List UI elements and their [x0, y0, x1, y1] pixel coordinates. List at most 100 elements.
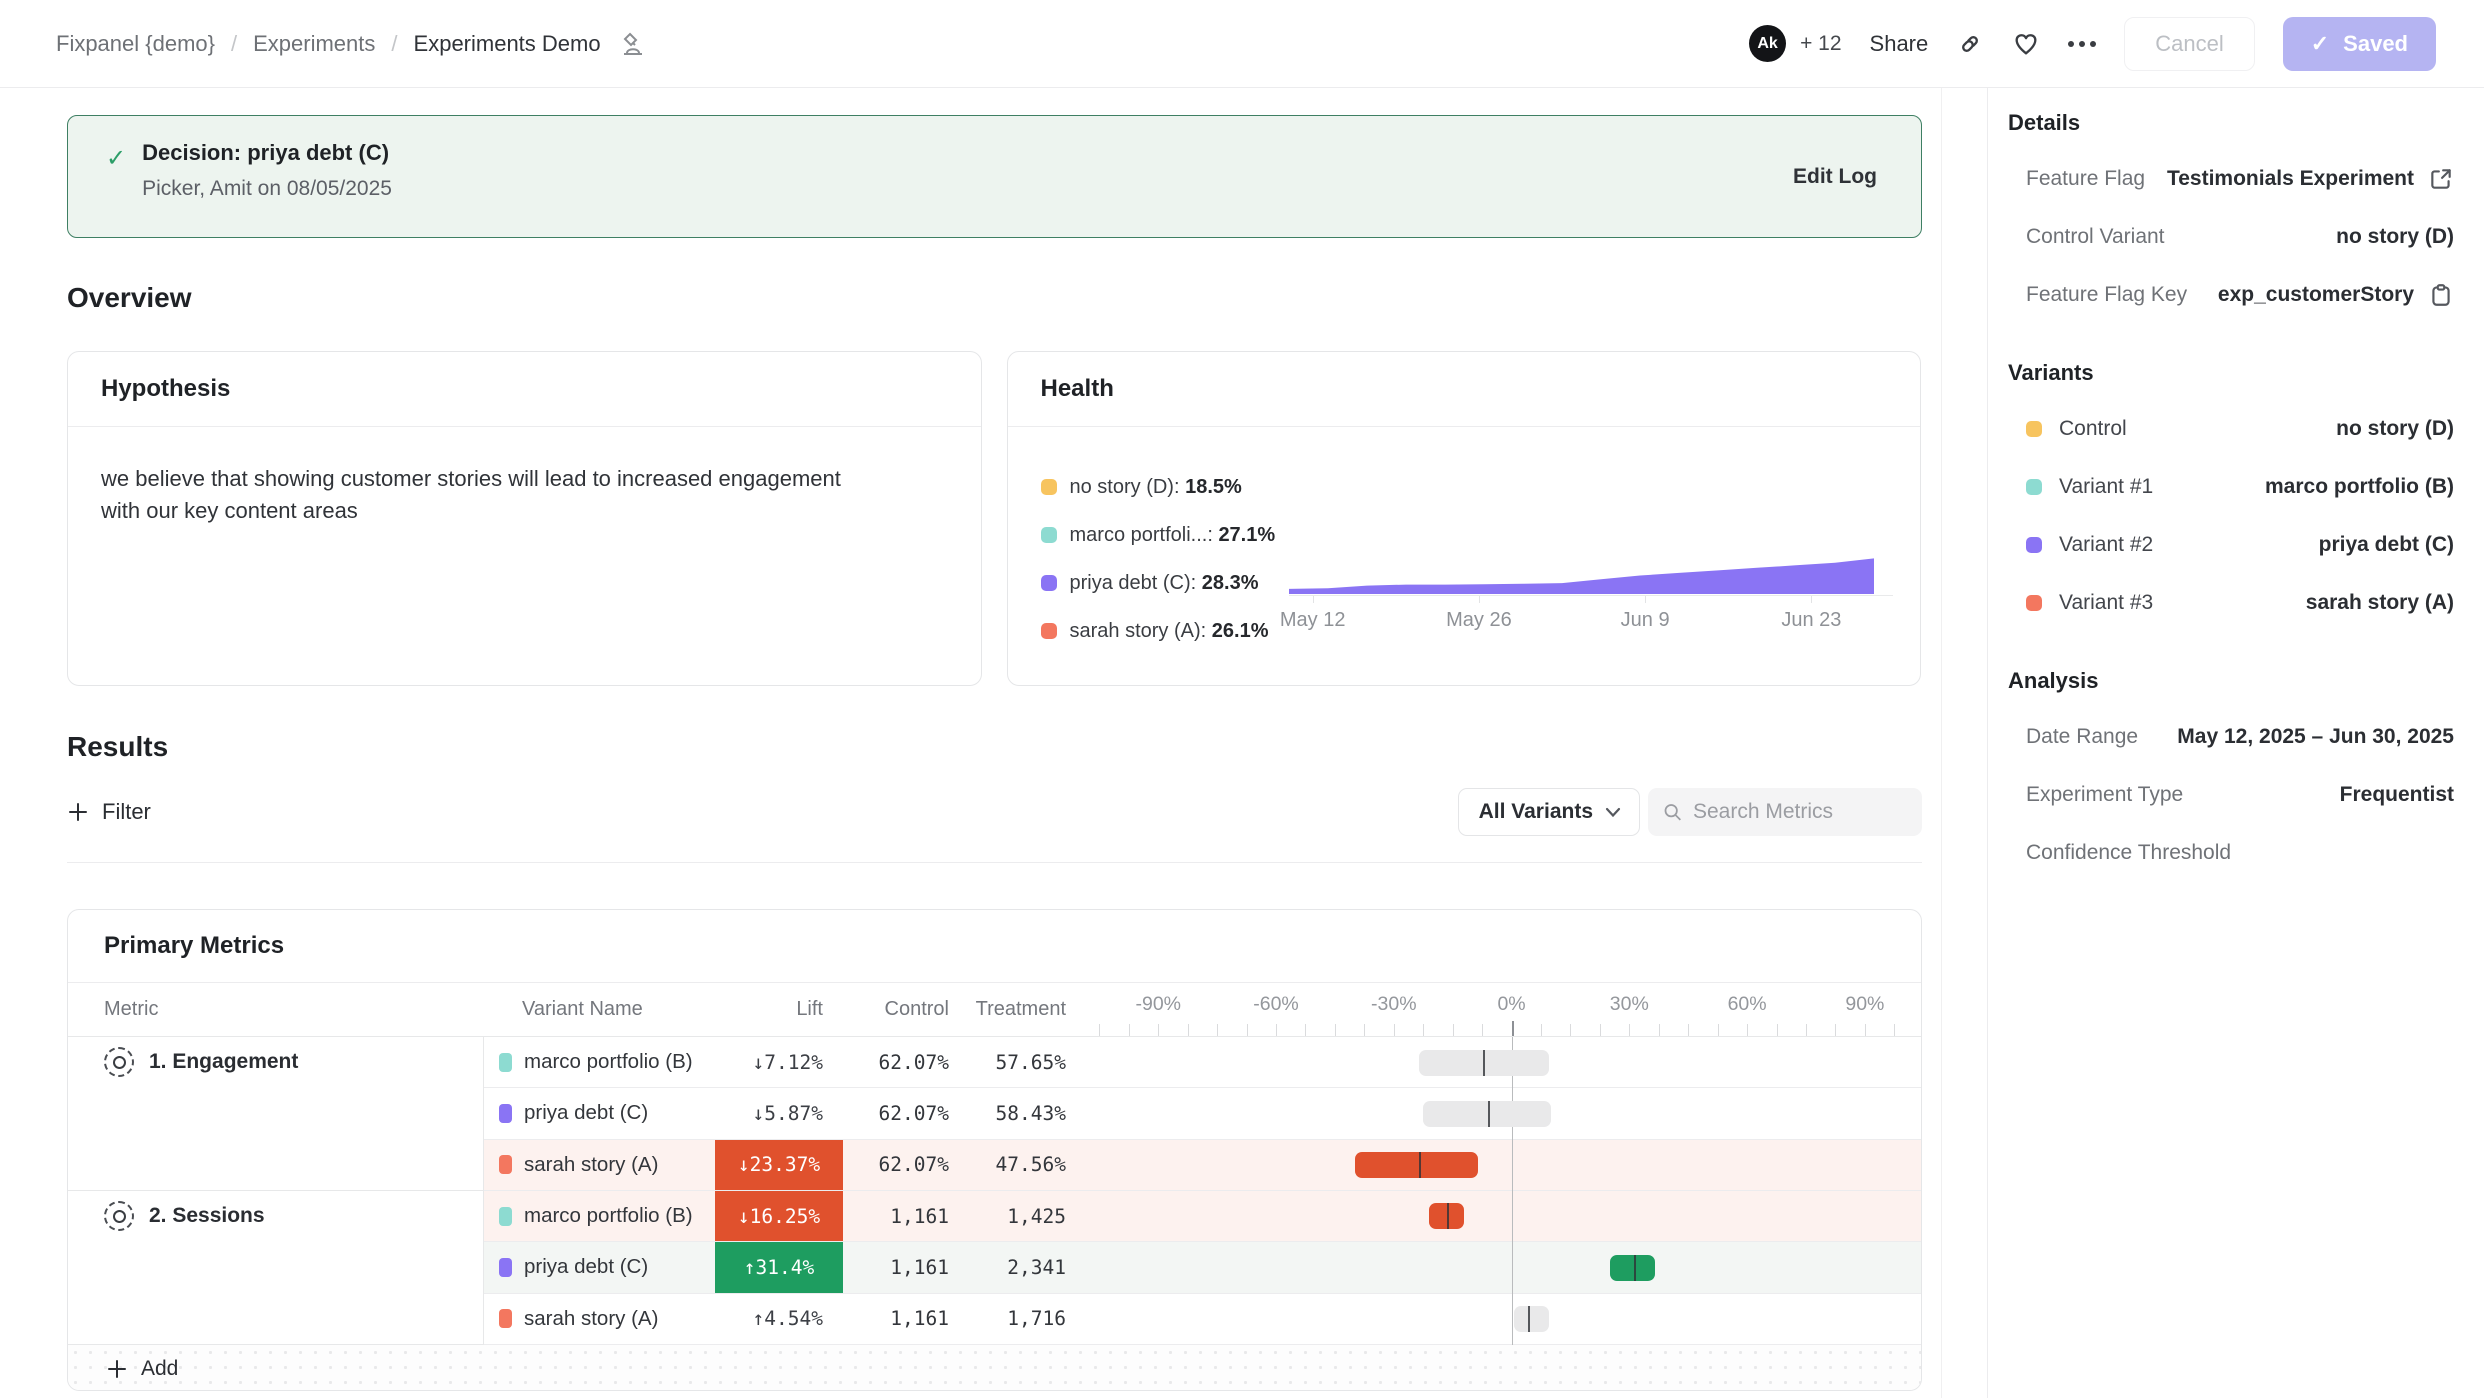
health-card: Health no story (D): 18.5%marco portfoli…: [1007, 351, 1922, 686]
confidence-interval-bar[interactable]: [1610, 1255, 1655, 1281]
sidebar-row-label: Confidence Threshold: [2026, 841, 2231, 865]
page-title: Experiments Demo: [414, 31, 601, 57]
scroll-gutter: [1942, 88, 1987, 1398]
sidebar-row: Control Variantno story (D): [2008, 208, 2454, 266]
sidebar-row: Variant #2priya debt (C): [2008, 516, 2454, 574]
decision-title: Decision: priya debt (C): [142, 140, 392, 166]
legend-item[interactable]: marco portfoli...: 27.1%: [1041, 511, 1289, 559]
plus-icon: [106, 1358, 128, 1380]
axis-tick-label: 30%: [1610, 993, 1649, 1016]
treatment-value: 1,716: [949, 1294, 1066, 1344]
variant-name: priya debt (C): [524, 1255, 648, 1279]
sidebar-row-value: Testimonials Experiment: [2167, 167, 2414, 191]
lift-value: ↓23.37%: [715, 1140, 843, 1190]
sidebar-row: Confidence Threshold: [2008, 824, 2454, 882]
control-value: 1,161: [843, 1294, 949, 1344]
edit-log-button[interactable]: Edit Log: [1793, 165, 1877, 189]
variant-swatch: [499, 1207, 512, 1226]
variants-dropdown[interactable]: All Variants: [1458, 788, 1640, 836]
lift-point-tick: [1483, 1050, 1485, 1076]
zero-axis-line: [1512, 1037, 1514, 1345]
metric-group[interactable]: 1. Engagement: [68, 1037, 483, 1191]
col-header-lift: Lift: [715, 983, 843, 1036]
sidebar-row-value: sarah story (A): [2306, 591, 2454, 615]
legend-swatch: [1041, 575, 1057, 591]
avatar[interactable]: Ak: [1749, 25, 1786, 62]
hypothesis-card: Hypothesis we believe that showing custo…: [67, 351, 982, 686]
cancel-button[interactable]: Cancel: [2124, 17, 2254, 71]
area-series-priya-debt-c-: [1289, 558, 1874, 594]
metric-column: 1. Engagement 2. Sessions: [68, 1037, 484, 1345]
col-header-treatment: Treatment: [949, 983, 1066, 1036]
table-header: Metric Variant Name Lift Control Treatme…: [68, 982, 1921, 1037]
legend-swatch: [1041, 479, 1057, 495]
add-metric-button[interactable]: Add: [68, 1345, 1921, 1391]
collaborators-count[interactable]: + 12: [1800, 32, 1841, 56]
plus-icon: [67, 801, 89, 823]
copy-link-icon[interactable]: [1956, 30, 1984, 58]
chevron-down-icon: [1605, 807, 1621, 818]
sidebar-row-value: no story (D): [2336, 417, 2454, 441]
decision-banner: ✓ Decision: priya debt (C) Picker, Amit …: [67, 115, 1922, 238]
legend-item[interactable]: sarah story (A): 26.1%: [1041, 607, 1289, 655]
external-link-icon[interactable]: [2428, 166, 2454, 192]
clipboard-icon[interactable]: [2428, 282, 2454, 308]
overview-heading: Overview: [67, 282, 1921, 314]
metric-name: 1. Engagement: [149, 1047, 298, 1077]
variant-color-dot: [2026, 595, 2042, 611]
legend-swatch: [1041, 623, 1057, 639]
goal-target-icon: [104, 1201, 134, 1231]
table-row[interactable]: priya debt (C)↓5.87%62.07%58.43%: [484, 1088, 1921, 1139]
legend-item[interactable]: no story (D): 18.5%: [1041, 463, 1289, 511]
table-row[interactable]: sarah story (A)↓23.37%62.07%47.56%: [484, 1140, 1921, 1191]
control-value: 62.07%: [843, 1140, 949, 1190]
breadcrumb-project[interactable]: Fixpanel {demo}: [56, 31, 215, 57]
health-legend: no story (D): 18.5%marco portfoli...: 27…: [1041, 457, 1289, 655]
sidebar-row-label: Feature Flag: [2026, 167, 2145, 191]
sidebar-row: Feature Flag Keyexp_customerStory: [2008, 266, 2454, 324]
treatment-value: 58.43%: [949, 1088, 1066, 1138]
col-header-variant: Variant Name: [484, 983, 715, 1036]
lift-point-tick: [1528, 1306, 1530, 1332]
breadcrumb-separator: /: [231, 31, 237, 57]
confidence-interval-bar[interactable]: [1514, 1306, 1549, 1332]
variant-color-dot: [2026, 421, 2042, 437]
sidebar-row-label: Feature Flag Key: [2026, 283, 2187, 307]
variant-rows: marco portfolio (B)↓7.12%62.07%57.65%pri…: [484, 1037, 1921, 1345]
hypothesis-text: we believe that showing customer stories…: [68, 427, 908, 563]
sidebar-row-value: May 12, 2025 – Jun 30, 2025: [2177, 725, 2454, 749]
table-row[interactable]: marco portfolio (B)↓7.12%62.07%57.65%: [484, 1037, 1921, 1088]
legend-swatch: [1041, 527, 1057, 543]
axis-tick-label: -90%: [1135, 993, 1181, 1016]
share-button[interactable]: Share: [1870, 31, 1929, 57]
more-options-icon[interactable]: [2068, 41, 2096, 47]
search-icon: [1662, 800, 1683, 824]
axis-tick-label: 0%: [1497, 993, 1525, 1016]
breadcrumb-experiments[interactable]: Experiments: [253, 31, 375, 57]
variant-swatch: [499, 1053, 512, 1072]
table-row[interactable]: priya debt (C)↑31.4%1,1612,341: [484, 1242, 1921, 1293]
saved-button[interactable]: ✓ Saved: [2283, 17, 2436, 71]
add-filter-button[interactable]: Filter: [67, 799, 151, 825]
sidebar-row-value: Frequentist: [2340, 783, 2454, 807]
lift-value: ↑4.54%: [753, 1307, 843, 1330]
search-input[interactable]: [1693, 800, 1908, 824]
lift-axis-ruler: -90%-60%-30%0%30%60%90%: [1066, 983, 1921, 1036]
sidebar-row-label: Variant #1: [2059, 475, 2153, 499]
table-row[interactable]: marco portfolio (B)↓16.25%1,1611,425: [484, 1191, 1921, 1242]
health-chart-x-axis: May 12May 26Jun 9Jun 23: [1289, 609, 1894, 635]
confidence-interval-bar[interactable]: [1355, 1152, 1479, 1178]
variant-swatch: [499, 1155, 512, 1174]
legend-item[interactable]: priya debt (C): 28.3%: [1041, 559, 1289, 607]
primary-metrics-card: Primary Metrics Metric Variant Name Lift…: [67, 909, 1922, 1391]
microscope-icon: [621, 31, 645, 57]
treatment-value: 47.56%: [949, 1140, 1066, 1190]
variant-name: marco portfolio (B): [524, 1204, 693, 1228]
favorite-heart-icon[interactable]: [2012, 30, 2040, 58]
table-row[interactable]: sarah story (A)↑4.54%1,1611,716: [484, 1294, 1921, 1345]
control-value: 62.07%: [843, 1037, 949, 1087]
sidebar-row-label: Variant #3: [2059, 591, 2153, 615]
sidebar-row-value: no story (D): [2336, 225, 2454, 249]
metric-group[interactable]: 2. Sessions: [68, 1191, 483, 1345]
results-divider: [67, 862, 1922, 863]
